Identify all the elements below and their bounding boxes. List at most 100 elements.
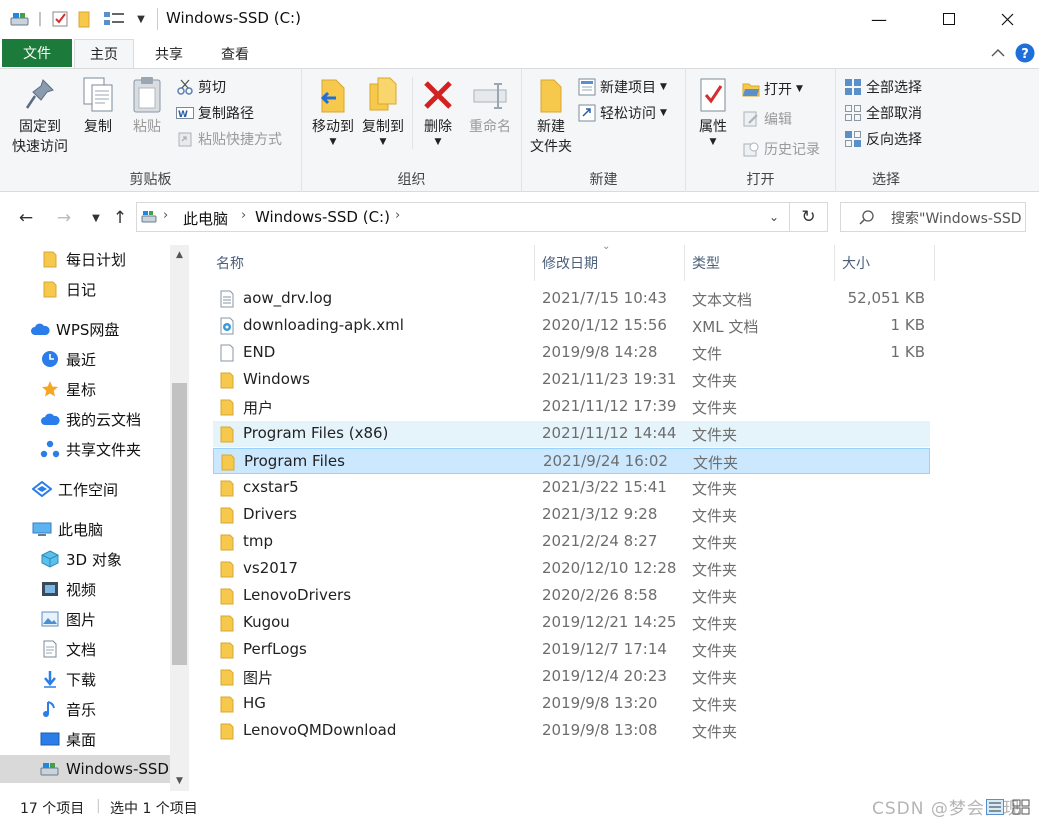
file-row[interactable]: HG 2019/9/8 13:20 文件夹 — [213, 691, 930, 717]
file-row[interactable]: aow_drv.log 2021/7/15 10:43 文本文档 52,051 KB — [213, 286, 930, 312]
breadcrumb-separator[interactable]: › — [163, 208, 168, 223]
nav-item[interactable]: 星标 — [0, 375, 170, 403]
back-button[interactable]: ← — [14, 205, 38, 231]
nav-item[interactable]: Windows-SSD — [0, 755, 170, 783]
open-group-label: 打开 — [746, 172, 775, 188]
select-none-button[interactable]: 全部取消 — [844, 101, 922, 125]
nav-item[interactable]: 3D 对象 — [0, 545, 170, 573]
close-button[interactable] — [984, 0, 1030, 38]
qa-new-folder-icon[interactable] — [74, 8, 94, 30]
minimize-button[interactable]: — — [856, 0, 902, 38]
new-item-button[interactable]: 新建项目 ▼ — [578, 75, 667, 99]
paste-button[interactable]: 粘贴 — [124, 75, 170, 137]
copy-to-button[interactable]: 复制到 ▼ — [358, 75, 408, 147]
column-modified[interactable]: 修改日期 — [534, 245, 684, 281]
file-row[interactable]: LenovoQMDownload 2019/9/8 13:08 文件夹 — [213, 718, 930, 744]
maximize-button[interactable] — [926, 0, 972, 38]
qa-dropdown-icon[interactable]: ▼ — [134, 8, 148, 30]
nav-item[interactable]: 图片 — [0, 605, 170, 633]
nav-item[interactable]: 工作空间 — [0, 475, 170, 503]
file-row[interactable]: PerfLogs 2019/12/7 17:14 文件夹 — [213, 637, 930, 663]
nav-item[interactable]: 文档 — [0, 635, 170, 663]
properties-button[interactable]: 属性 ▼ — [690, 75, 736, 147]
search-input[interactable]: 搜索"Windows-SSD (C:)" — [840, 202, 1026, 232]
paste-shortcut-button[interactable]: 粘贴快捷方式 — [176, 127, 282, 151]
tab-view[interactable]: 查看 — [206, 39, 264, 68]
move-to-button[interactable]: 移动到 ▼ — [306, 75, 360, 147]
nav-item[interactable]: 桌面 — [0, 725, 170, 753]
recent-locations-button[interactable]: ▼ — [84, 205, 108, 231]
up-button[interactable]: ↑ — [108, 205, 132, 231]
file-modified: 2019/9/8 13:20 — [542, 694, 658, 712]
details-view-button[interactable] — [984, 796, 1006, 818]
copy-button[interactable]: 复制 — [76, 75, 120, 137]
cut-button[interactable]: 剪切 — [176, 75, 226, 99]
nav-item[interactable]: 下载 — [0, 665, 170, 693]
new-folder-label-2: 文件夹 — [530, 139, 572, 155]
breadcrumb-separator[interactable]: › — [395, 208, 400, 223]
history-button[interactable]: 历史记录 — [742, 137, 820, 161]
file-row[interactable]: cxstar5 2021/3/22 15:41 文件夹 — [213, 475, 930, 501]
file-modified: 2021/3/12 9:28 — [542, 505, 658, 523]
nav-item[interactable]: 我的云文档 — [0, 405, 170, 433]
help-button[interactable]: ? — [1014, 42, 1036, 64]
column-type[interactable]: 类型 — [684, 245, 834, 281]
scroll-down-icon[interactable]: ▼ — [170, 771, 189, 791]
file-row[interactable]: LenovoDrivers 2020/2/26 8:58 文件夹 — [213, 583, 930, 609]
large-icons-view-icon — [1012, 799, 1030, 815]
select-all-button[interactable]: 全部选择 — [844, 75, 922, 99]
file-row[interactable]: downloading-apk.xml 2020/1/12 15:56 XML 文档… — [213, 313, 930, 339]
scroll-thumb[interactable] — [172, 383, 187, 665]
group-organize: 移动到 ▼ 复制到 ▼ 删除 ▼ 重命名 组织 — [302, 69, 522, 192]
file-row[interactable]: tmp 2021/2/24 8:27 文件夹 — [213, 529, 930, 555]
address-history-dropdown[interactable]: ⌄ — [761, 203, 787, 231]
nav-scrollbar[interactable]: ▲ ▼ — [170, 245, 189, 791]
column-size[interactable]: 大小 — [834, 245, 934, 281]
file-row[interactable]: END 2019/9/8 14:28 文件 1 KB — [213, 340, 930, 366]
qa-customize-icon[interactable] — [100, 8, 130, 30]
file-row[interactable]: Program Files 2021/9/24 16:02 文件夹 — [213, 448, 930, 474]
refresh-button[interactable]: ↻ — [789, 203, 827, 231]
nav-item[interactable]: 音乐 — [0, 695, 170, 723]
nav-item[interactable]: WPS网盘 — [0, 315, 170, 343]
file-row[interactable]: 图片 2019/12/4 20:23 文件夹 — [213, 664, 930, 690]
new-folder-button[interactable]: 新建 文件夹 — [526, 75, 576, 157]
tab-share[interactable]: 共享 — [140, 39, 198, 68]
pin-quick-access-button[interactable]: 固定到 快速访问 — [6, 75, 74, 157]
file-row[interactable]: Windows 2021/11/23 19:31 文件夹 — [213, 367, 930, 393]
nav-item[interactable]: 共享文件夹 — [0, 435, 170, 463]
address-bar[interactable]: › 此电脑 › Windows-SSD (C:) › ⌄ ↻ — [136, 202, 828, 232]
tab-file[interactable]: 文件 — [2, 39, 72, 67]
rename-button[interactable]: 重命名 — [464, 75, 516, 137]
nav-item[interactable]: 此电脑 — [0, 515, 170, 543]
breadcrumb-this-pc[interactable]: 此电脑 — [183, 208, 228, 229]
breadcrumb-drive[interactable]: Windows-SSD (C:) — [255, 208, 390, 226]
file-modified: 2021/11/23 19:31 — [542, 370, 677, 388]
nav-item[interactable]: 日记 — [0, 275, 170, 303]
forward-button[interactable]: → — [52, 205, 76, 231]
column-separator[interactable] — [934, 245, 935, 281]
file-row[interactable]: Drivers 2021/3/12 9:28 文件夹 — [213, 502, 930, 528]
file-row[interactable]: 用户 2021/11/12 17:39 文件夹 — [213, 394, 930, 420]
file-row[interactable]: Program Files (x86) 2021/11/12 14:44 文件夹 — [213, 421, 930, 447]
tab-home[interactable]: 主页 — [74, 39, 134, 68]
nav-item[interactable]: 每日计划 — [0, 245, 170, 273]
qa-properties-icon[interactable] — [48, 8, 72, 30]
nav-item[interactable]: 视频 — [0, 575, 170, 603]
breadcrumb-separator[interactable]: › — [241, 208, 246, 223]
scroll-up-icon[interactable]: ▲ — [170, 245, 189, 265]
app-drive-icon[interactable] — [8, 8, 32, 30]
file-row[interactable]: Kugou 2019/12/21 14:25 文件夹 — [213, 610, 930, 636]
column-name[interactable]: 名称 — [208, 245, 534, 281]
large-icons-view-button[interactable] — [1010, 796, 1032, 818]
open-button[interactable]: 打开 ▼ — [742, 77, 803, 101]
easy-access-button[interactable]: 轻松访问 ▼ — [578, 101, 667, 125]
delete-button[interactable]: 删除 ▼ — [418, 75, 458, 147]
file-row[interactable]: vs2017 2020/12/10 12:28 文件夹 — [213, 556, 930, 582]
collapse-ribbon-button[interactable] — [988, 42, 1008, 64]
invert-selection-button[interactable]: 反向选择 — [844, 127, 922, 151]
nav-item[interactable]: 最近 — [0, 345, 170, 373]
window-title: Windows-SSD (C:) — [166, 9, 301, 27]
edit-button[interactable]: 编辑 — [742, 107, 792, 131]
copy-path-button[interactable]: W 复制路径 — [176, 101, 254, 125]
